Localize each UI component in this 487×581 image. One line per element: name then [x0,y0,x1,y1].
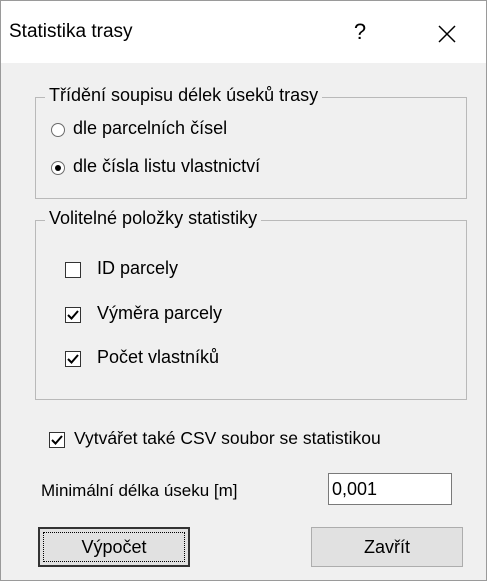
checkbox-checked[interactable] [65,307,81,323]
close-button-label: Zavřít [363,537,410,557]
optional-group-title: Volitelné položky statistiky [45,208,262,229]
radio-selected-dot [55,165,61,171]
window-title: Statistika trasy [9,21,133,42]
checkbox-label: Počet vlastníků [97,347,220,367]
statistics-dialog: Statistika trasy ? Třídění soupisu délek… [0,0,487,581]
sort-group-title: Třídění soupisu délek úseků trasy [45,85,323,106]
help-button[interactable]: ? [345,19,375,45]
compute-button[interactable]: Výpočet [38,527,190,567]
close-button[interactable]: Zavřít [311,527,463,567]
radio-label: dle parcelních čísel [73,118,228,138]
radio-button-selected[interactable] [51,161,65,175]
min-length-label: Minimální délka úseku [m] [41,481,238,500]
checkbox-label: Vytvářet také CSV soubor se statistikou [74,428,381,448]
checkbox-label: ID parcely [97,258,179,278]
close-window-button[interactable] [427,17,467,51]
checkmark-icon [67,354,79,364]
checkbox-checked[interactable] [65,351,81,367]
close-icon [438,25,456,43]
checkbox[interactable] [65,262,81,278]
radio-button[interactable] [51,123,65,137]
sort-groupbox [35,97,467,199]
checkbox-label: Výměra parcely [97,303,223,323]
compute-button-label: Výpočet [81,537,147,557]
checkbox-checked[interactable] [49,432,65,448]
title-bar: Statistika trasy ? [1,1,486,63]
radio-label: dle čísla listu vlastnictví [73,156,261,176]
checkmark-icon [67,310,79,320]
min-length-input[interactable] [328,473,452,505]
checkmark-icon [51,435,63,445]
